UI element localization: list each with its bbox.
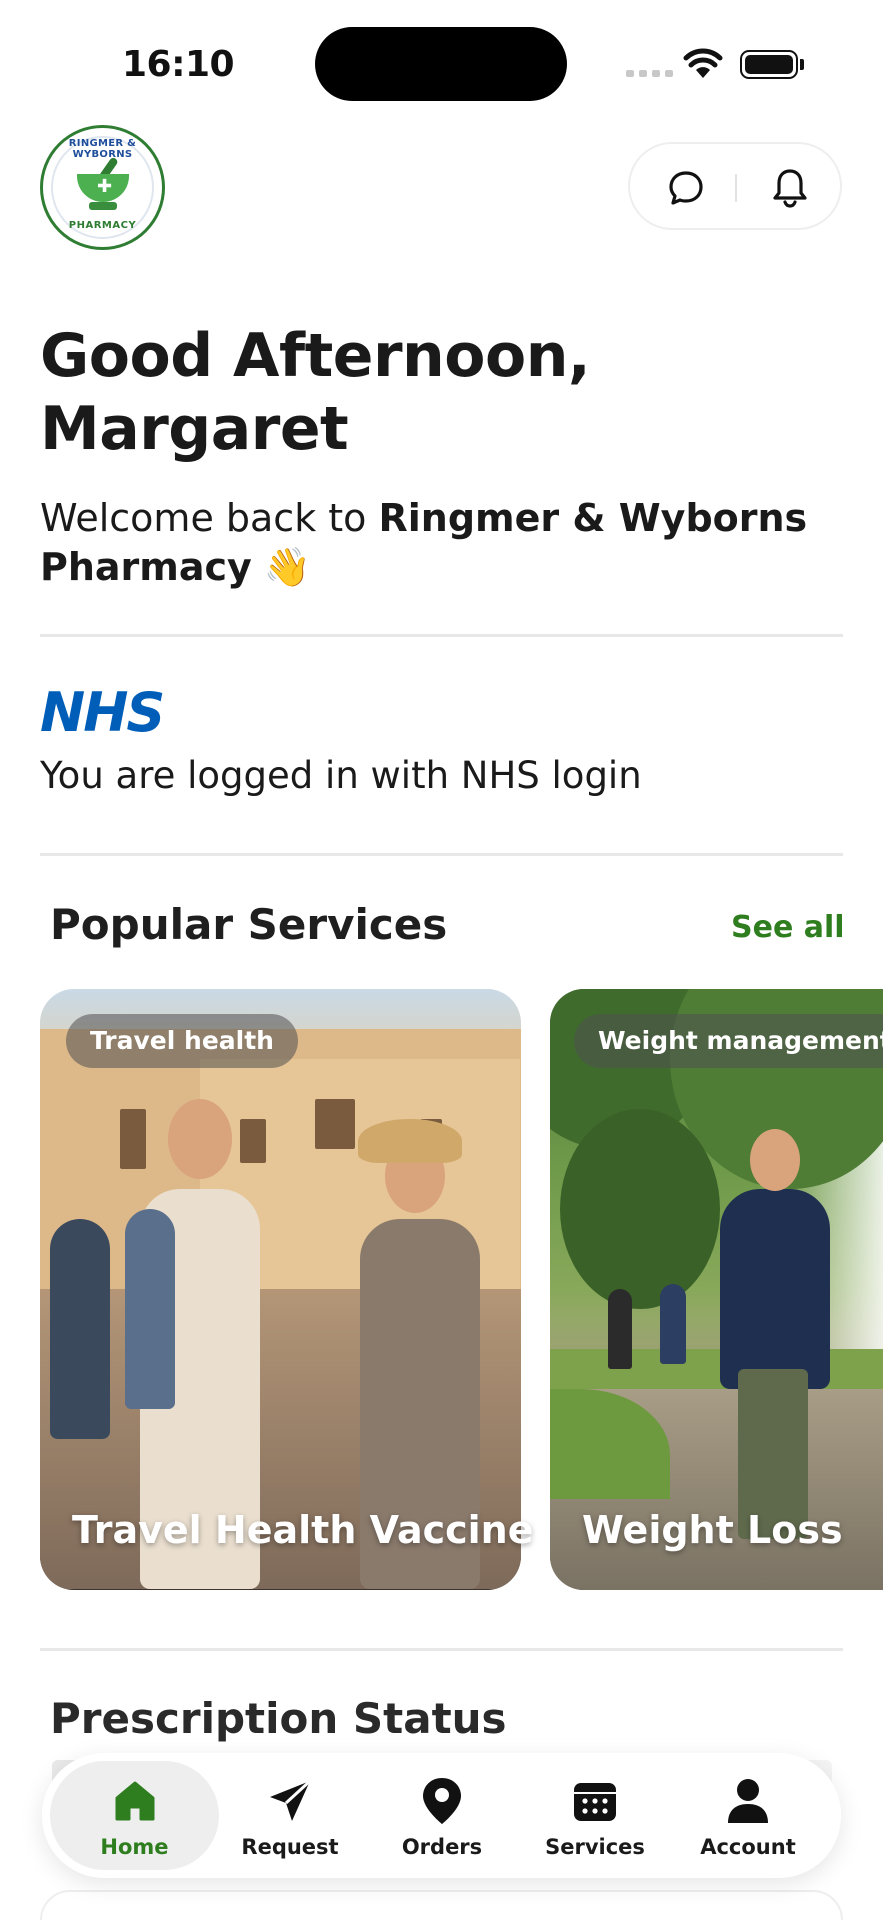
map-pin-icon — [416, 1775, 468, 1827]
nhs-login-status: You are logged in with NHS login — [40, 754, 642, 797]
service-tag-travel: Travel health — [66, 1014, 298, 1068]
notifications-button[interactable] — [768, 166, 812, 210]
divider — [40, 1648, 843, 1651]
prescription-card[interactable] — [40, 1890, 843, 1920]
sun-hat — [358, 1119, 462, 1163]
nav-home[interactable]: Home — [50, 1761, 219, 1870]
greeting-heading: Good Afternoon, Margaret — [40, 320, 840, 466]
man-head — [168, 1099, 232, 1179]
nhs-logo: NHS — [40, 681, 165, 744]
actions-divider — [735, 174, 737, 202]
nav-account[interactable]: Account — [668, 1753, 828, 1878]
chat-bubble-icon — [669, 171, 703, 205]
logo-bottom-text: PHARMACY — [68, 220, 137, 231]
service-title-travel: Travel Health Vaccine — [72, 1508, 534, 1552]
service-card-weight-management[interactable] — [550, 989, 883, 1590]
divider — [40, 853, 843, 856]
home-icon — [109, 1775, 161, 1827]
walker-jacket — [720, 1189, 830, 1389]
dynamic-island — [315, 27, 567, 101]
welcome-prefix: Welcome back to — [40, 496, 379, 540]
bottom-nav: Home Request Orders Services Account — [42, 1753, 841, 1878]
calendar-icon — [569, 1775, 621, 1827]
popular-services-title: Popular Services — [50, 900, 448, 949]
paper-plane-icon — [264, 1775, 316, 1827]
status-bar: 16:10 — [0, 0, 883, 110]
pharmacy-name-line1: Ringmer & Wyborns — [378, 496, 808, 540]
plus-icon: ✚ — [97, 176, 113, 197]
mortar-base — [89, 202, 117, 210]
service-title-weight: Weight Loss — [582, 1508, 843, 1552]
service-card-travel-health[interactable] — [40, 989, 521, 1590]
jogger-figure — [608, 1289, 632, 1369]
divider — [40, 634, 843, 637]
battery-icon — [740, 50, 798, 79]
window — [240, 1119, 266, 1163]
bell-icon — [773, 169, 807, 208]
pharmacy-logo[interactable]: RINGMER & WYBORNS ✚ PHARMACY — [40, 125, 165, 250]
tree-scenery — [560, 1109, 720, 1309]
user-icon — [722, 1775, 774, 1827]
pharmacy-name-line2: Pharmacy — [40, 545, 252, 589]
background-person — [50, 1219, 110, 1439]
wifi-icon — [683, 48, 723, 78]
nav-label-account: Account — [700, 1835, 796, 1859]
nav-label-orders: Orders — [401, 1835, 483, 1859]
window — [315, 1099, 355, 1149]
nav-label-home: Home — [100, 1835, 169, 1859]
nav-orders[interactable]: Orders — [362, 1753, 522, 1878]
walker-head — [750, 1129, 800, 1191]
waving-hand-emoji: 👋 — [263, 545, 312, 589]
greeting-line1: Good Afternoon, — [40, 321, 591, 391]
logo-top-text: RINGMER & WYBORNS — [68, 138, 137, 160]
nav-services[interactable]: Services — [515, 1753, 675, 1878]
window — [120, 1109, 146, 1169]
nav-label-services: Services — [545, 1835, 645, 1859]
see-all-link[interactable]: See all — [731, 910, 845, 945]
prescription-status-title: Prescription Status — [50, 1694, 507, 1743]
cellular-signal-icon — [626, 70, 673, 77]
service-tag-weight: Weight management — [574, 1014, 883, 1068]
background-person — [125, 1209, 175, 1409]
nav-label-request: Request — [241, 1835, 339, 1859]
status-time: 16:10 — [122, 44, 235, 85]
header-actions — [628, 142, 842, 230]
greeting-name: Margaret — [40, 394, 349, 464]
welcome-message: Welcome back to Ringmer & Wyborns Pharma… — [40, 494, 840, 592]
nav-request[interactable]: Request — [210, 1753, 370, 1878]
jogger-figure — [660, 1284, 686, 1364]
chat-button[interactable] — [664, 166, 708, 210]
battery-tip — [800, 59, 804, 70]
